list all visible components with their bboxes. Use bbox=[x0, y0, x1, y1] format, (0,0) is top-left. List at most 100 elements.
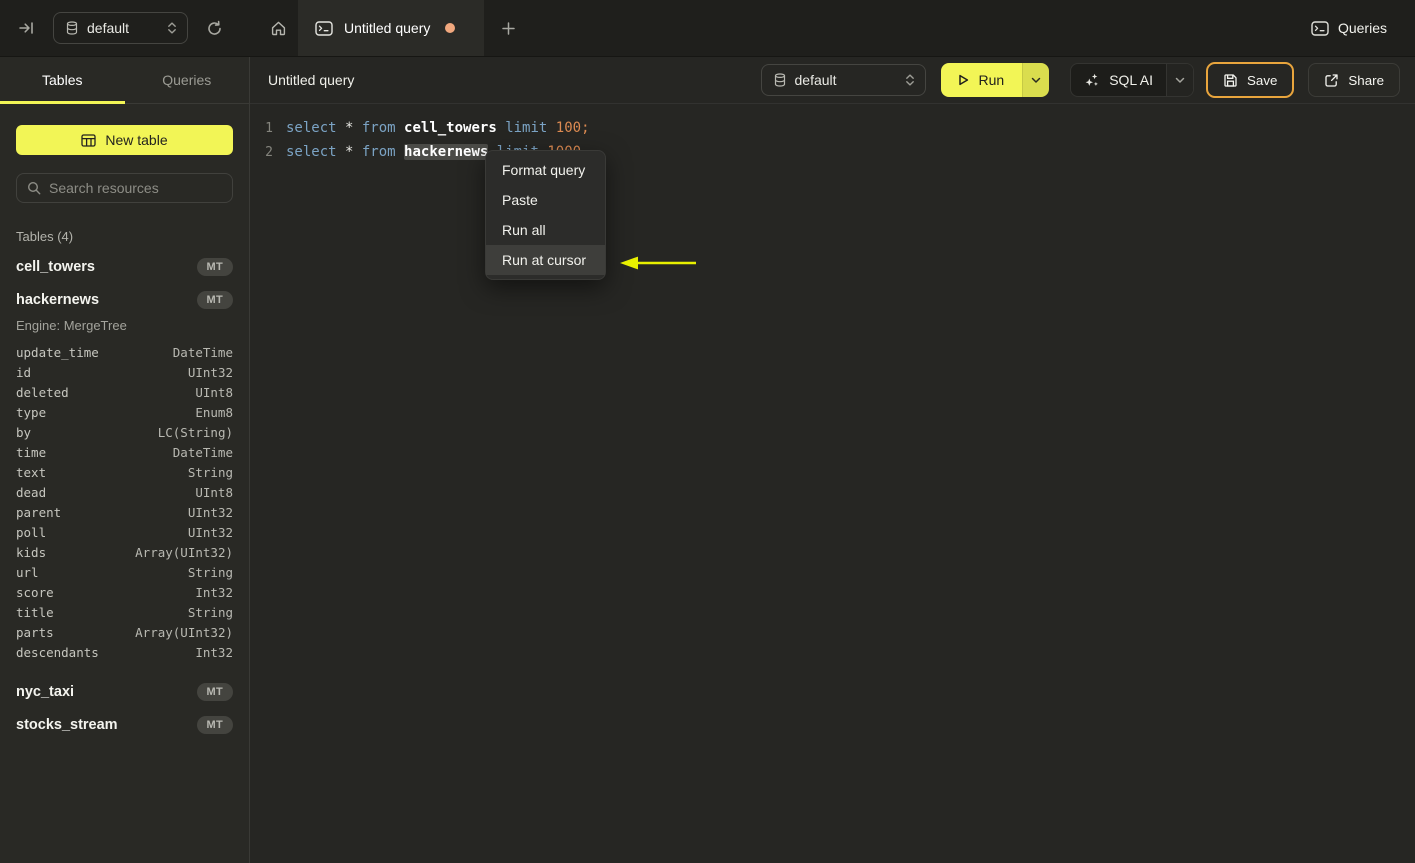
new-table-button[interactable]: New table bbox=[16, 125, 233, 155]
column-type: String bbox=[187, 464, 233, 480]
save-label: Save bbox=[1247, 72, 1278, 88]
table-name: hackernews bbox=[16, 291, 100, 308]
engine-badge: MT bbox=[196, 682, 233, 701]
column-row: by LC(String) bbox=[16, 422, 233, 442]
column-row: url String bbox=[16, 562, 233, 582]
table-row-nyc-taxi[interactable]: nyc_taxi MT bbox=[16, 675, 233, 708]
column-name: title bbox=[16, 604, 54, 620]
save-button[interactable]: Save bbox=[1206, 62, 1295, 98]
sidebar-tab-tables[interactable]: Tables bbox=[0, 57, 125, 104]
column-name: update_time bbox=[16, 344, 99, 360]
column-row: id UInt32 bbox=[16, 362, 233, 382]
engine-badge: MT bbox=[196, 290, 233, 309]
editor-header: Untitled query default Run SQL AI Save S… bbox=[250, 57, 1415, 104]
terminal-icon bbox=[315, 20, 333, 36]
column-name: deleted bbox=[16, 384, 69, 400]
annotation-arrow-icon bbox=[618, 254, 698, 275]
column-row: parts Array(UInt32) bbox=[16, 622, 233, 642]
run-dropdown-button[interactable] bbox=[1022, 63, 1050, 97]
engine-badge: MT bbox=[196, 257, 233, 276]
column-row: type Enum8 bbox=[16, 402, 233, 422]
queries-button[interactable]: Queries bbox=[1311, 0, 1387, 56]
table-list: cell_towers MT hackernews MT Engine: Mer… bbox=[16, 250, 233, 741]
menu-item-paste[interactable]: Paste bbox=[486, 185, 605, 215]
column-type: Enum8 bbox=[195, 404, 233, 420]
column-type: Int32 bbox=[195, 644, 233, 660]
column-type: Int32 bbox=[195, 584, 233, 600]
column-name: by bbox=[16, 424, 32, 440]
column-row: time DateTime bbox=[16, 442, 233, 462]
new-tab-button[interactable] bbox=[484, 0, 532, 56]
home-icon[interactable] bbox=[258, 0, 298, 56]
database-icon bbox=[66, 21, 78, 35]
run-label: Run bbox=[978, 72, 1005, 88]
column-name: time bbox=[16, 444, 47, 460]
sql-ai-button-group: SQL AI bbox=[1070, 63, 1195, 97]
column-row: deleted UInt8 bbox=[16, 382, 233, 402]
top-bar: default Untitled query Queries bbox=[0, 0, 1415, 57]
column-name: parts bbox=[16, 624, 54, 640]
line-number: 1 bbox=[265, 120, 273, 136]
column-name: id bbox=[16, 364, 32, 380]
column-name: descendants bbox=[16, 644, 99, 660]
sql-ai-label: SQL AI bbox=[1109, 72, 1154, 88]
query-title: Untitled query bbox=[268, 72, 355, 88]
search-input[interactable] bbox=[49, 180, 230, 196]
table-name: cell_towers bbox=[16, 258, 95, 275]
table-row-cell-towers[interactable]: cell_towers MT bbox=[16, 250, 233, 283]
search-icon bbox=[27, 181, 41, 195]
line-number: 2 bbox=[265, 144, 273, 160]
tables-section-label: Tables (4) bbox=[16, 229, 74, 244]
engine-badge: MT bbox=[196, 715, 233, 734]
database-selector[interactable]: default bbox=[53, 12, 188, 44]
sql-ai-dropdown-button[interactable] bbox=[1166, 64, 1194, 96]
column-type: UInt32 bbox=[187, 524, 233, 540]
column-row: descendants Int32 bbox=[16, 642, 233, 662]
table-row-stocks-stream[interactable]: stocks_stream MT bbox=[16, 708, 233, 741]
column-type: Array(UInt32) bbox=[135, 544, 233, 560]
queries-label: Queries bbox=[1337, 20, 1387, 36]
tab-untitled-query[interactable]: Untitled query bbox=[298, 0, 484, 56]
unsaved-dot-icon bbox=[445, 23, 456, 33]
sparkles-icon bbox=[1084, 72, 1100, 88]
database-selector[interactable]: default bbox=[760, 64, 926, 96]
code-lines: 1 select * from cell_towers limit 100; 2 se… bbox=[250, 116, 1415, 164]
menu-item-run-at-cursor[interactable]: Run at cursor bbox=[486, 245, 605, 275]
column-name: type bbox=[16, 404, 47, 420]
sql-editor[interactable]: 1 select * from cell_towers limit 100; 2 se… bbox=[250, 104, 1415, 863]
menu-item-run-all[interactable]: Run all bbox=[486, 215, 605, 245]
share-button[interactable]: Share bbox=[1308, 63, 1400, 97]
database-selector-value: default bbox=[87, 20, 130, 36]
column-row: parent UInt32 bbox=[16, 502, 233, 522]
table-name: nyc_taxi bbox=[16, 683, 75, 700]
table-row-hackernews[interactable]: hackernews MT bbox=[16, 283, 233, 316]
code-line[interactable]: 2select * from hackernews limit 1000 bbox=[250, 140, 1415, 164]
column-type: UInt32 bbox=[187, 364, 233, 380]
column-row: title String bbox=[16, 602, 233, 622]
sidebar-tabs: Tables Queries bbox=[0, 57, 250, 104]
column-row: score Int32 bbox=[16, 582, 233, 602]
refresh-icon[interactable] bbox=[202, 16, 227, 41]
sql-ai-button[interactable]: SQL AI bbox=[1071, 64, 1166, 96]
table-name: stocks_stream bbox=[16, 716, 118, 733]
column-type: String bbox=[187, 564, 233, 580]
column-type: UInt8 bbox=[195, 484, 233, 500]
column-type: UInt32 bbox=[187, 504, 233, 520]
share-icon bbox=[1324, 73, 1339, 88]
column-name: text bbox=[16, 464, 47, 480]
sidebar-tab-queries[interactable]: Queries bbox=[125, 57, 250, 103]
new-table-label: New table bbox=[105, 132, 168, 148]
code-line[interactable]: 1 select * from cell_towers limit 100; bbox=[250, 116, 1415, 140]
run-button[interactable]: Run bbox=[940, 63, 1023, 97]
chevron-updown-icon bbox=[167, 21, 177, 35]
column-name: dead bbox=[16, 484, 47, 500]
column-name: score bbox=[16, 584, 54, 600]
search-box bbox=[16, 173, 233, 203]
menu-item-format-query[interactable]: Format query bbox=[486, 155, 605, 185]
collapse-sidebar-icon[interactable] bbox=[14, 16, 39, 40]
share-label: Share bbox=[1348, 72, 1384, 88]
code-text: select * from cell_towers limit 100; bbox=[286, 120, 590, 136]
column-type: UInt8 bbox=[195, 384, 233, 400]
column-name: url bbox=[16, 564, 39, 580]
tab-title: Untitled query bbox=[344, 20, 431, 36]
